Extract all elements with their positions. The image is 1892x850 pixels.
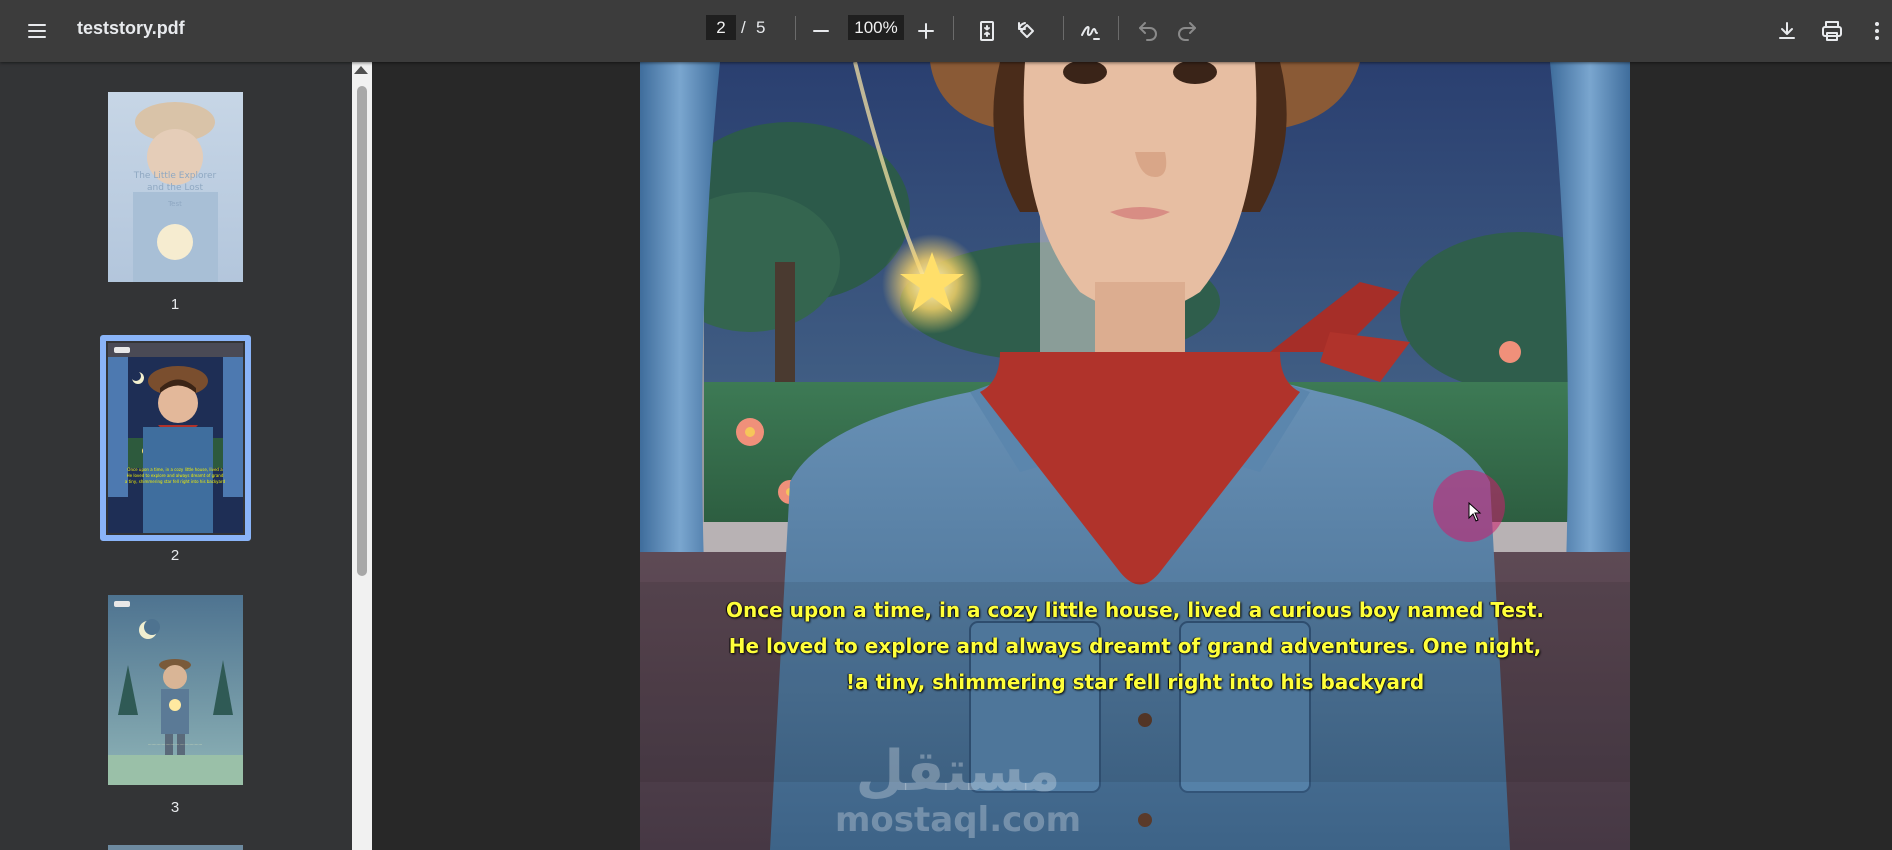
page-separator: / bbox=[741, 18, 746, 37]
undo-icon[interactable] bbox=[1129, 12, 1167, 50]
annotate-pen-icon[interactable] bbox=[1071, 12, 1109, 50]
scroll-up-arrow-icon[interactable] bbox=[354, 66, 368, 74]
thumbnail-page-number: 2 bbox=[170, 547, 180, 564]
document-viewer[interactable]: Once upon a time, in a cozy little house… bbox=[372, 62, 1892, 850]
more-options-icon[interactable] bbox=[1858, 12, 1892, 50]
thumbnail-image: The Little Explorer and the Lost Test bbox=[108, 92, 243, 282]
thumbnail-page-number: 1 bbox=[170, 296, 180, 313]
svg-text:and the Lost: and the Lost bbox=[147, 183, 203, 193]
svg-text:Once upon a time, in a cozy li: Once upon a time, in a cozy little house… bbox=[127, 467, 223, 472]
hamburger-menu-icon[interactable] bbox=[18, 12, 56, 50]
svg-text:The Little Explorer: The Little Explorer bbox=[133, 171, 217, 181]
svg-text:Test: Test bbox=[167, 200, 182, 208]
thumbnail-image bbox=[108, 845, 243, 850]
download-icon[interactable] bbox=[1768, 12, 1806, 50]
sidebar-scrollbar-thumb[interactable] bbox=[357, 86, 367, 576]
thumbnail-image: Once upon a time, in a cozy little house… bbox=[108, 343, 243, 533]
story-text: Once upon a time, in a cozy little house… bbox=[640, 592, 1630, 700]
print-icon[interactable] bbox=[1813, 12, 1851, 50]
thumbnail-page-number: 3 bbox=[170, 799, 180, 816]
zoom-out-icon[interactable] bbox=[802, 12, 840, 50]
thumbnail-image: ........................................… bbox=[108, 595, 243, 785]
fit-page-icon[interactable] bbox=[968, 12, 1006, 50]
toolbar-divider bbox=[795, 16, 796, 40]
watermark-latin: mostaql.com bbox=[835, 800, 1082, 840]
pdf-toolbar: teststory.pdf 2 / 5 100% bbox=[0, 0, 1892, 62]
thumbnail-sidebar: The Little Explorer and the Lost Test 1 bbox=[0, 62, 352, 850]
page-number-input[interactable]: 2 bbox=[706, 15, 736, 40]
rotate-icon[interactable] bbox=[1008, 12, 1046, 50]
watermark-arabic: مستقل bbox=[855, 739, 1061, 804]
redo-icon[interactable] bbox=[1168, 12, 1206, 50]
svg-text:..............................: ........................................… bbox=[148, 741, 203, 746]
page-total: 5 bbox=[756, 18, 766, 37]
pdf-page-2: Once upon a time, in a cozy little house… bbox=[640, 62, 1630, 850]
toolbar-divider bbox=[1063, 16, 1064, 40]
page-illustration bbox=[640, 62, 1630, 850]
story-line: Once upon a time, in a cozy little house… bbox=[726, 598, 1544, 622]
mostaql-watermark: مستقل mostaql.com bbox=[835, 739, 1082, 840]
mouse-pointer-icon bbox=[1468, 501, 1482, 527]
zoom-level-input[interactable]: 100% bbox=[848, 15, 904, 40]
toolbar-divider bbox=[1118, 16, 1119, 40]
svg-text:He loved to explore and always: He loved to explore and always dreamt of… bbox=[127, 473, 224, 478]
toolbar-divider bbox=[953, 16, 954, 40]
story-line: !a tiny, shimmering star fell right into… bbox=[845, 670, 1425, 694]
document-title: teststory.pdf bbox=[77, 18, 185, 38]
svg-text:a tiny, shimmering star fell r: a tiny, shimmering star fell right into … bbox=[125, 479, 226, 484]
zoom-in-icon[interactable] bbox=[907, 12, 945, 50]
story-line: He loved to explore and always dreamt of… bbox=[728, 634, 1542, 658]
